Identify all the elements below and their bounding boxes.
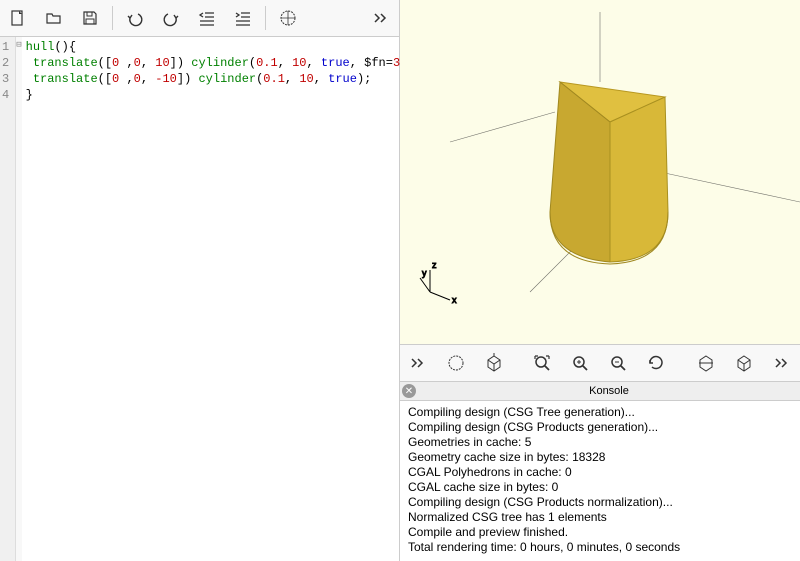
axis-y-label: y bbox=[422, 268, 427, 278]
preview-button[interactable] bbox=[274, 4, 302, 32]
console-line: CGAL Polyhedrons in cache: 0 bbox=[408, 465, 792, 480]
indent-button[interactable] bbox=[229, 4, 257, 32]
console-title: Konsole bbox=[420, 385, 798, 397]
overflow-button[interactable] bbox=[367, 4, 395, 32]
line-number: 2 bbox=[2, 55, 9, 71]
preview-pane: x y z ✕ Konsole Compiling design (CSG Tr… bbox=[400, 0, 800, 561]
console-line: Geometries in cache: 5 bbox=[408, 435, 792, 450]
console-line: Compiling design (CSG Tree generation)..… bbox=[408, 405, 792, 420]
console-line: Compiling design (CSG Products normaliza… bbox=[408, 495, 792, 510]
console-line: Normalized CSG tree has 1 elements bbox=[408, 510, 792, 525]
undo-button[interactable] bbox=[121, 4, 149, 32]
console-line: Compiling design (CSG Products generatio… bbox=[408, 420, 792, 435]
new-file-button[interactable] bbox=[4, 4, 32, 32]
console-line: Geometry cache size in bytes: 18328 bbox=[408, 450, 792, 465]
viewport-toolbar bbox=[400, 344, 800, 382]
overflow-left-button[interactable] bbox=[404, 349, 432, 377]
zoom-in-button[interactable] bbox=[566, 349, 594, 377]
open-file-button[interactable] bbox=[40, 4, 68, 32]
code-line[interactable]: hull(){ bbox=[26, 39, 415, 55]
zoom-fit-button[interactable] bbox=[528, 349, 556, 377]
line-number-gutter: 1234 bbox=[0, 37, 16, 561]
orthographic-button[interactable] bbox=[730, 349, 758, 377]
code-line[interactable]: translate([0 ,0, 10]) cylinder(0.1, 10, … bbox=[26, 55, 415, 71]
console-line: CGAL cache size in bytes: 0 bbox=[408, 480, 792, 495]
code-line[interactable]: } bbox=[26, 87, 415, 103]
render-button[interactable] bbox=[442, 349, 470, 377]
console-line: Compile and preview finished. bbox=[408, 525, 792, 540]
console-header: ✕ Konsole bbox=[400, 382, 800, 401]
view-all-button[interactable] bbox=[480, 349, 508, 377]
overflow-right-button[interactable] bbox=[768, 349, 796, 377]
code-line[interactable]: translate([0 ,0, -10]) cylinder(0.1, 10,… bbox=[26, 71, 415, 87]
editor-pane: 1234 ⊟ hull(){ translate([0 ,0, 10]) cyl… bbox=[0, 0, 400, 561]
3d-viewport[interactable]: x y z bbox=[400, 0, 800, 344]
perspective-button[interactable] bbox=[692, 349, 720, 377]
zoom-out-button[interactable] bbox=[604, 349, 632, 377]
line-number: 3 bbox=[2, 71, 9, 87]
console-output[interactable]: Compiling design (CSG Tree generation)..… bbox=[400, 401, 800, 561]
separator bbox=[112, 6, 113, 30]
code-area[interactable]: hull(){ translate([0 ,0, 10]) cylinder(0… bbox=[22, 37, 419, 561]
console-close-button[interactable]: ✕ bbox=[402, 384, 416, 398]
redo-button[interactable] bbox=[157, 4, 185, 32]
axis-x-label: x bbox=[452, 295, 457, 305]
code-editor[interactable]: 1234 ⊟ hull(){ translate([0 ,0, 10]) cyl… bbox=[0, 37, 399, 561]
console-panel: ✕ Konsole Compiling design (CSG Tree gen… bbox=[400, 382, 800, 561]
line-number: 1 bbox=[2, 39, 9, 55]
unindent-button[interactable] bbox=[193, 4, 221, 32]
line-number: 4 bbox=[2, 87, 9, 103]
separator bbox=[265, 6, 266, 30]
save-file-button[interactable] bbox=[76, 4, 104, 32]
reset-view-button[interactable] bbox=[642, 349, 670, 377]
editor-toolbar bbox=[0, 0, 399, 37]
axis-z-label: z bbox=[432, 260, 437, 270]
console-line: Total rendering time: 0 hours, 0 minutes… bbox=[408, 540, 792, 555]
